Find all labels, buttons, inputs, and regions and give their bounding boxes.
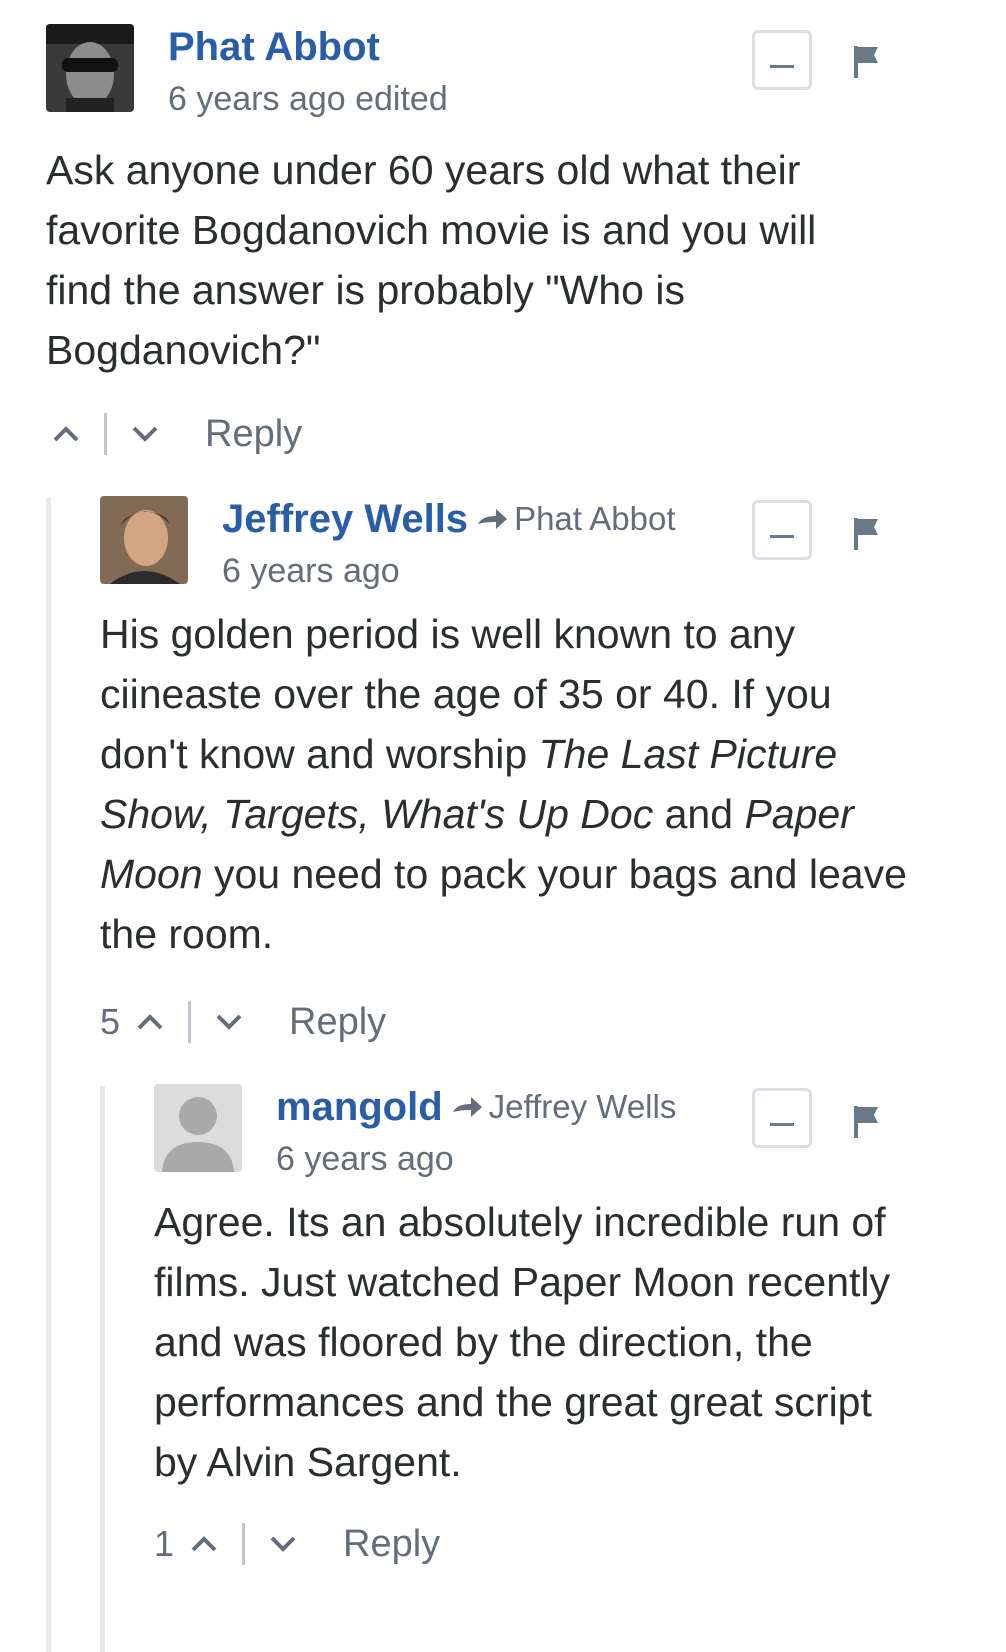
author-name[interactable]: mangold xyxy=(276,1085,443,1129)
reply-button[interactable]: Reply xyxy=(205,413,302,456)
comment-footer: 5 Reply xyxy=(100,992,946,1052)
author-name-line: Jeffrey Wells Phat Abbot xyxy=(222,496,676,542)
downvote-button[interactable] xyxy=(209,1002,249,1042)
chevron-down-icon xyxy=(270,1536,296,1552)
comment-timestamp[interactable]: 6 years ago edited xyxy=(168,80,448,119)
reply-to-name: Jeffrey Wells xyxy=(488,1088,677,1125)
comment-jeffrey-wells: Jeffrey Wells Phat Abbot 6 years ago His … xyxy=(100,496,946,1052)
upvote-button[interactable] xyxy=(130,1002,170,1042)
comment-mangold: mangold Jeffrey Wells 6 years ago Agree. … xyxy=(154,1084,946,1574)
vote-divider xyxy=(242,1523,246,1565)
avatar[interactable] xyxy=(100,496,188,584)
chevron-down-icon xyxy=(132,426,158,442)
chevron-up-icon xyxy=(53,426,79,442)
vote-count: 1 xyxy=(154,1523,175,1564)
comment-phat-abbot: Phat Abbot 6 years ago edited Ask anyone… xyxy=(46,24,946,464)
chevron-down-icon xyxy=(216,1014,242,1030)
thread-line-level-2 xyxy=(100,1086,105,1652)
upvote-button[interactable] xyxy=(46,414,86,454)
comment-timestamp[interactable]: 6 years ago xyxy=(276,1140,454,1179)
author-name-line: mangold Jeffrey Wells xyxy=(276,1084,676,1130)
collapse-button[interactable] xyxy=(752,500,812,560)
avatar[interactable] xyxy=(154,1084,242,1172)
collapse-button[interactable] xyxy=(752,1088,812,1148)
comment-timestamp[interactable]: 6 years ago xyxy=(222,552,400,591)
downvote-button[interactable] xyxy=(263,1524,303,1564)
flag-icon[interactable] xyxy=(852,44,882,80)
collapse-button[interactable] xyxy=(752,30,812,90)
downvote-button[interactable] xyxy=(125,414,165,454)
reply-to-parent[interactable]: Phat Abbot xyxy=(476,496,676,542)
chevron-up-icon xyxy=(191,1536,217,1552)
flag-icon[interactable] xyxy=(852,1104,882,1140)
avatar[interactable] xyxy=(46,24,134,112)
reply-button[interactable]: Reply xyxy=(343,1523,440,1566)
comment-footer: Reply xyxy=(46,404,946,464)
flag-icon[interactable] xyxy=(852,516,882,552)
chevron-up-icon xyxy=(137,1014,163,1030)
arrow-right-icon xyxy=(452,1097,482,1117)
minus-icon xyxy=(770,65,794,68)
comment-body: Ask anyone under 60 years old what their… xyxy=(46,147,817,373)
comment-footer: 1 Reply xyxy=(154,1514,946,1574)
body-text-segment: and xyxy=(653,791,745,837)
minus-icon xyxy=(770,535,794,538)
vote-divider xyxy=(188,1001,192,1043)
reply-to-parent[interactable]: Jeffrey Wells xyxy=(451,1084,677,1130)
body-text-segment: you need to pack your bags and leave the… xyxy=(100,851,907,957)
comment-body: His golden period is well known to any c… xyxy=(100,604,910,964)
thread-line-level-1 xyxy=(46,498,51,1652)
arrow-right-icon xyxy=(478,509,508,529)
minus-icon xyxy=(770,1123,794,1126)
author-name[interactable]: Jeffrey Wells xyxy=(222,497,468,541)
upvote-button[interactable] xyxy=(184,1524,224,1564)
author-name[interactable]: Phat Abbot xyxy=(168,24,380,70)
comment-body: Agree. Its an absolutely incredible run … xyxy=(154,1199,891,1485)
reply-to-name: Phat Abbot xyxy=(514,500,676,537)
reply-button[interactable]: Reply xyxy=(289,1001,386,1044)
vote-count: 5 xyxy=(100,1001,121,1042)
vote-divider xyxy=(104,413,107,455)
